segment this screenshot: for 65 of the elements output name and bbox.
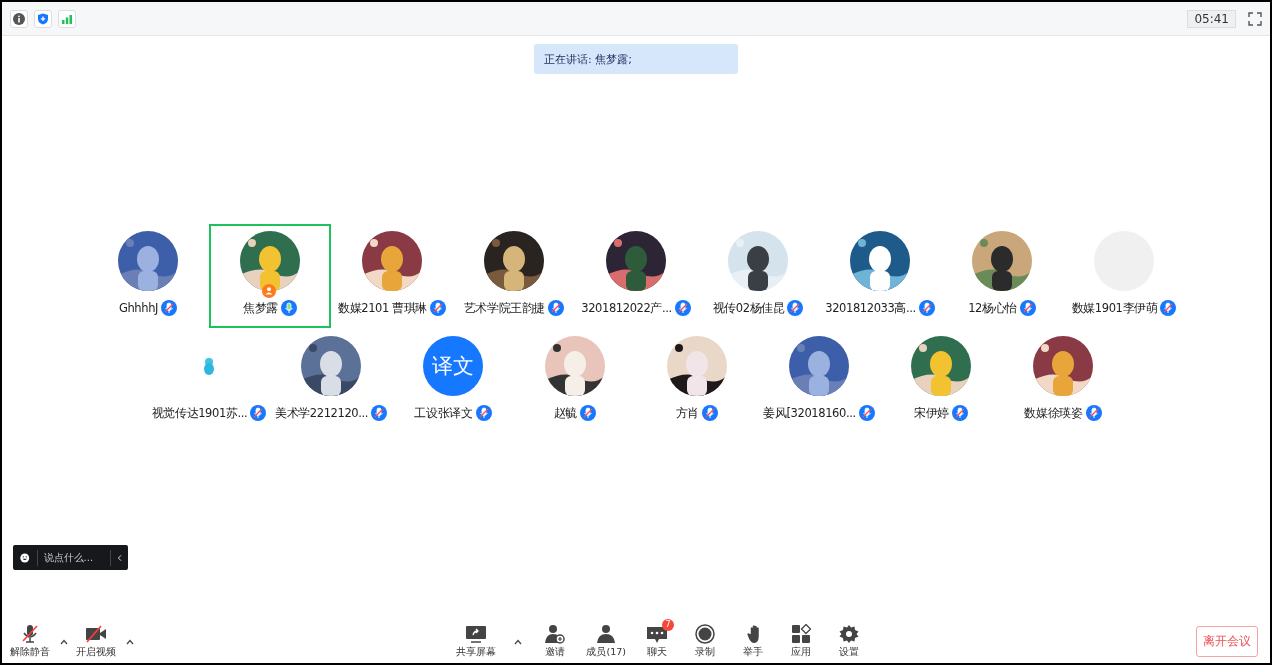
members-button[interactable]: 成员(17) — [586, 623, 626, 659]
participant-name: 焦梦露 — [243, 300, 278, 316]
participant-tile[interactable]: 数媒徐瑛姿 — [1002, 329, 1124, 433]
add-person-icon — [544, 623, 567, 644]
settings-icon — [838, 623, 860, 644]
settings-button[interactable]: 设置 — [832, 623, 866, 659]
participant-name: 12杨心怡 — [968, 300, 1017, 316]
participant-tile[interactable]: 赵毓 — [514, 329, 636, 433]
participant-name: 数媒1901李伊萌 — [1071, 300, 1158, 316]
avatar: 译文 — [423, 336, 483, 396]
shield-icon[interactable] — [34, 9, 52, 28]
participant-name: GhhhhJ — [118, 301, 159, 315]
count-badge: 7 — [662, 618, 674, 631]
mic-button[interactable]: 解除静音 — [10, 623, 50, 659]
participant-name: 视传02杨佳昆 — [712, 300, 785, 316]
participant-name: 艺术学院王韵捷 — [463, 300, 546, 316]
participant-tile[interactable]: 12杨心怡 — [941, 224, 1063, 328]
muted-mic-icon — [19, 623, 41, 644]
participant-tile[interactable]: 姜风[32018160... — [758, 329, 880, 433]
participant-name: 姜风[32018160... — [763, 405, 856, 421]
record-button[interactable]: 录制 — [688, 623, 722, 659]
caret-icon[interactable] — [126, 638, 134, 645]
caret-icon[interactable] — [514, 638, 523, 645]
people-icon — [595, 623, 618, 644]
participant-name: 视觉传达1901苏... — [151, 405, 248, 421]
active-speaker-tile[interactable]: 焦梦露 — [209, 224, 331, 328]
participant-tile[interactable]: 视觉传达1901苏... — [148, 329, 270, 433]
invite-button[interactable]: 邀请 — [538, 623, 573, 659]
apps-button[interactable]: 应用 — [784, 623, 818, 659]
share-screen-icon — [465, 623, 488, 644]
apps-icon — [790, 623, 812, 644]
participant-tile[interactable]: 宋伊婷 — [880, 329, 1002, 433]
participant-name: 赵毓 — [553, 405, 578, 421]
speaking-banner: 正在讲话: 焦梦露; — [534, 44, 738, 74]
participant-tile[interactable]: 3201812022产... — [575, 224, 697, 328]
participant-name: 美术学2212120... — [275, 405, 368, 421]
hand-icon — [746, 623, 760, 644]
participant-name: 3201812033高... — [825, 300, 916, 316]
chevron-left-icon[interactable] — [116, 552, 122, 563]
video-button[interactable]: 开启视频 — [76, 623, 116, 659]
chat-input-field[interactable]: 说点什么... — [36, 549, 111, 566]
participant-name: 宋伊婷 — [914, 405, 949, 421]
participant-tile[interactable]: 3201812033高... — [819, 224, 941, 328]
meeting-timer: 05:41 — [1187, 9, 1236, 28]
info-icon[interactable] — [10, 9, 28, 28]
participant-tile[interactable]: 数媒2101 曹琪琳 — [331, 224, 453, 328]
participant-tile[interactable]: 方肖 — [636, 329, 758, 433]
caret-icon[interactable] — [60, 638, 68, 645]
camera-off-icon — [85, 623, 107, 644]
fullscreen-icon[interactable] — [1248, 11, 1262, 26]
participant-name: 工设张译文 — [414, 405, 473, 421]
participant-tile[interactable]: 译文 工设张译文 — [392, 329, 514, 433]
participant-tile[interactable]: 数媒1901李伊萌 — [1063, 224, 1185, 328]
share-button[interactable]: 共享屏幕 — [456, 623, 497, 659]
record-icon — [694, 623, 716, 644]
participant-tile[interactable]: 视传02杨佳昆 — [697, 224, 819, 328]
hand-button[interactable]: 举手 — [736, 623, 770, 659]
participant-tile[interactable]: GhhhhJ — [87, 224, 209, 328]
participant-name: 数媒2101 曹琪琳 — [338, 300, 427, 316]
participant-name: 数媒徐瑛姿 — [1024, 405, 1083, 421]
participant-tile[interactable]: 艺术学院王韵捷 — [453, 224, 575, 328]
participant-name: 方肖 — [675, 405, 700, 421]
leave-meeting-button[interactable]: 离开会议 — [1196, 625, 1258, 657]
participant-tile[interactable]: 美术学2212120... — [270, 329, 392, 433]
participant-name: 3201812022产... — [581, 300, 672, 316]
